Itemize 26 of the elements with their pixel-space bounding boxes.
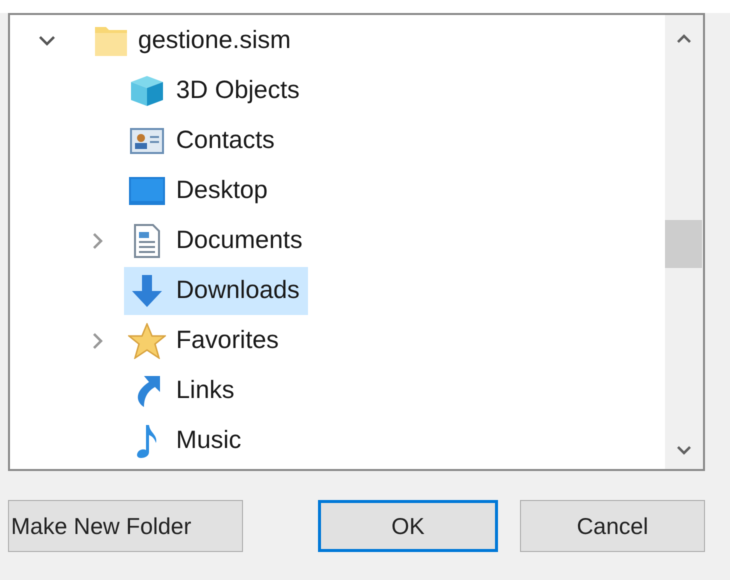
tree-item[interactable]: Links	[124, 367, 242, 415]
document-icon	[133, 224, 161, 258]
tree-item[interactable]: Downloads	[124, 267, 308, 315]
folder-icon	[94, 25, 128, 57]
star-icon	[128, 323, 166, 359]
scroll-up-icon[interactable]	[676, 34, 692, 44]
monitor-icon	[129, 177, 165, 205]
chevron-right-icon[interactable]	[92, 232, 104, 250]
tree-item[interactable]: Documents	[124, 217, 310, 265]
chevron-right-icon[interactable]	[92, 332, 104, 350]
tree-item[interactable]: Music	[124, 417, 250, 465]
cancel-button[interactable]: Cancel	[520, 500, 705, 552]
scrollbar[interactable]	[665, 15, 703, 469]
cube-icon	[129, 74, 165, 108]
tree-item[interactable]: Contacts	[124, 117, 283, 165]
ok-button[interactable]: OK	[318, 500, 498, 552]
make-new-folder-button[interactable]: Make New Folder	[8, 500, 243, 552]
chevron-down-icon[interactable]	[38, 35, 56, 47]
tree-item[interactable]: Favorites	[124, 317, 287, 365]
scroll-thumb[interactable]	[665, 220, 702, 268]
scroll-down-icon[interactable]	[676, 445, 692, 455]
download-arrow-icon	[129, 273, 165, 309]
contact-card-icon	[130, 128, 164, 154]
tree-item[interactable]: Desktop	[124, 167, 276, 215]
tree-item[interactable]: gestione.sism	[90, 17, 299, 65]
tree-item[interactable]: 3D Objects	[124, 67, 308, 115]
